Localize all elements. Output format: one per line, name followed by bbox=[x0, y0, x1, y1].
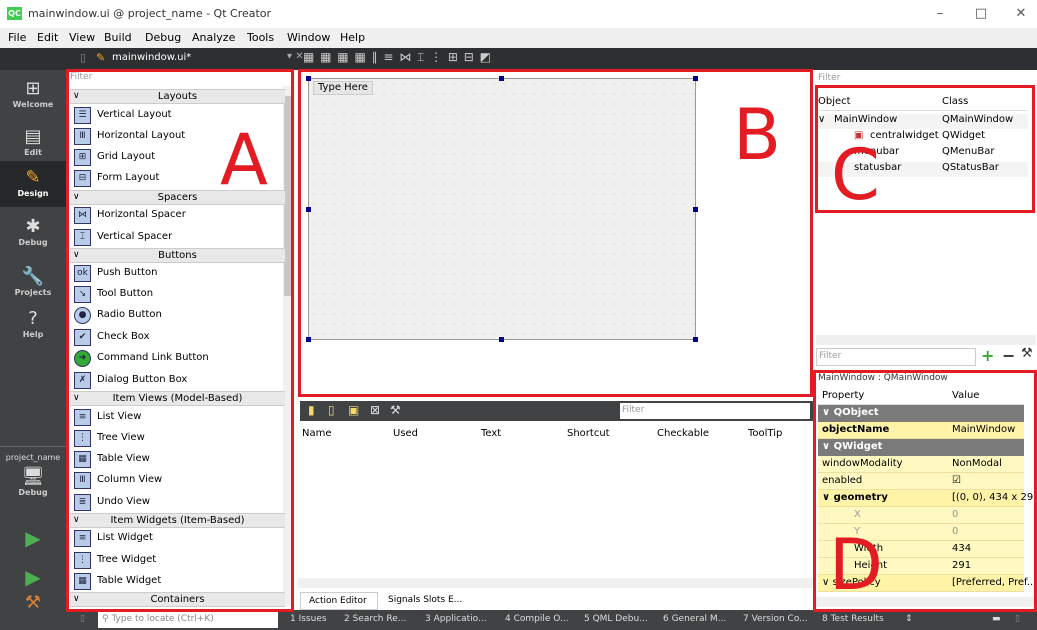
property-filter-input[interactable]: Filter bbox=[816, 348, 976, 366]
pane-selector-icon[interactable]: ⇕ bbox=[905, 614, 913, 624]
annotation-letter-a: A bbox=[220, 119, 268, 201]
edit-icon: ▤ bbox=[24, 126, 42, 147]
menu-build[interactable]: Build bbox=[104, 31, 132, 44]
toggle-sidebar-icon[interactable]: ▯ bbox=[80, 614, 85, 624]
col-tooltip[interactable]: ToolTip bbox=[748, 428, 782, 439]
pane-version-control[interactable]: 7 Version Co... bbox=[743, 614, 808, 624]
col-used[interactable]: Used bbox=[393, 428, 418, 439]
kit-project-name: project_name bbox=[5, 453, 61, 462]
menu-help[interactable]: Help bbox=[340, 31, 365, 44]
new-action-icon[interactable]: ▮ bbox=[308, 403, 315, 417]
toggle-right-sidebar-icon[interactable]: ▯ bbox=[1015, 614, 1020, 624]
mode-design[interactable]: ✎ Design bbox=[0, 161, 66, 207]
close-document-icon[interactable]: ▾ ✕ bbox=[287, 51, 304, 62]
bug-icon: ✱ bbox=[25, 216, 41, 237]
designer-file-icon: ✎ bbox=[96, 51, 106, 64]
delete-action-icon[interactable]: ⊠ bbox=[370, 403, 380, 417]
title-bar: QC mainwindow.ui @ project_name - Qt Cre… bbox=[0, 0, 1037, 28]
run-icon[interactable]: ▶ bbox=[0, 526, 66, 550]
action-hscrollbar[interactable] bbox=[298, 578, 813, 588]
monitor-icon: 🖥 bbox=[21, 466, 45, 487]
kit-selector[interactable]: 🖥 Debug bbox=[0, 466, 66, 497]
mode-edit[interactable]: ▤ Edit bbox=[0, 126, 66, 157]
status-bar: ▯ ⚲ Type to locate (Ctrl+K) 1 Issues 2 S… bbox=[0, 610, 1037, 630]
pane-search-results[interactable]: 2 Search Re... bbox=[344, 614, 406, 624]
menu-bar: File Edit View Build Debug Analyze Tools… bbox=[0, 28, 1037, 48]
debug-run-icon[interactable]: ▶ bbox=[0, 565, 66, 589]
paste-action-icon[interactable]: ▣ bbox=[348, 403, 359, 417]
col-shortcut[interactable]: Shortcut bbox=[567, 428, 610, 439]
mode-divider bbox=[0, 446, 66, 447]
window-title: mainwindow.ui @ project_name - Qt Creato… bbox=[28, 7, 272, 20]
design-icon: ✎ bbox=[25, 167, 41, 188]
menu-debug[interactable]: Debug bbox=[145, 31, 181, 44]
locator-input[interactable]: ⚲ Type to locate (Ctrl+K) bbox=[98, 612, 278, 628]
action-filter-input[interactable]: Filter bbox=[620, 403, 810, 419]
file-icon: ▯ bbox=[80, 51, 87, 64]
wrench-icon: 🔧 bbox=[21, 266, 45, 287]
pane-application-output[interactable]: 3 Applicatio... bbox=[425, 614, 487, 624]
qt-creator-logo-icon: QC bbox=[7, 7, 22, 20]
configure-wrench-icon[interactable]: ⚒ bbox=[1021, 346, 1033, 361]
pane-issues[interactable]: 1 Issues bbox=[290, 614, 327, 624]
remove-property-icon[interactable]: − bbox=[1002, 346, 1015, 365]
form-layout-tools[interactable]: ▦ ▦ ▦ ▦ ∥ ≡ ⋈ ⌶ ⋮ ⊞ ⊟ ◩ bbox=[303, 50, 492, 65]
menu-window[interactable]: Window bbox=[287, 31, 330, 44]
menu-analyze[interactable]: Analyze bbox=[192, 31, 235, 44]
maximize-button[interactable]: □ bbox=[966, 4, 996, 24]
mode-help[interactable]: ? Help bbox=[0, 308, 66, 339]
col-name[interactable]: Name bbox=[302, 428, 332, 439]
mode-selector: ⊞ Welcome ▤ Edit ✎ Design ✱ Debug 🔧 Projects … bbox=[0, 70, 66, 613]
pane-compile-output[interactable]: 4 Compile O... bbox=[505, 614, 569, 624]
col-checkable[interactable]: Checkable bbox=[657, 428, 709, 439]
close-button[interactable]: ✕ bbox=[1006, 4, 1036, 24]
welcome-icon: ⊞ bbox=[25, 78, 41, 99]
tab-action-editor[interactable]: Action Editor bbox=[300, 592, 378, 610]
tab-signals-slots[interactable]: Signals Slots E... bbox=[384, 592, 474, 610]
menu-edit[interactable]: Edit bbox=[37, 31, 58, 44]
progress-details-icon[interactable]: ▬ bbox=[992, 614, 1001, 624]
pane-test-results[interactable]: 8 Test Results bbox=[822, 614, 884, 624]
menu-file[interactable]: File bbox=[8, 31, 26, 44]
mode-debug[interactable]: ✱ Debug bbox=[0, 216, 66, 247]
annotation-letter-c: C bbox=[831, 134, 880, 216]
menu-tools[interactable]: Tools bbox=[247, 31, 274, 44]
object-filter-input[interactable]: Filter bbox=[818, 73, 840, 83]
menu-view[interactable]: View bbox=[69, 31, 95, 44]
object-hscrollbar[interactable] bbox=[816, 335, 1036, 345]
add-property-icon[interactable]: + bbox=[981, 346, 994, 365]
mode-welcome[interactable]: ⊞ Welcome bbox=[0, 78, 66, 109]
editor-toolbar: ▯ ✎ mainwindow.ui* ▾ ✕ ▦ ▦ ▦ ▦ ∥ ≡ ⋈ ⌶ ⋮… bbox=[0, 48, 1037, 70]
col-text[interactable]: Text bbox=[481, 428, 501, 439]
annotation-letter-b: B bbox=[733, 94, 782, 176]
copy-action-icon[interactable]: ▯ bbox=[328, 403, 335, 417]
annotation-letter-d: D bbox=[829, 524, 883, 606]
minimize-button[interactable]: – bbox=[925, 4, 955, 24]
mode-projects[interactable]: 🔧 Projects bbox=[0, 266, 66, 297]
configure-action-icon[interactable]: ⚒ bbox=[390, 403, 401, 417]
pane-qml-debugger[interactable]: 5 QML Debu... bbox=[584, 614, 648, 624]
action-editor-toolbar: ▮ ▯ ▣ ⊠ ⚒ Filter bbox=[300, 401, 815, 421]
help-icon: ? bbox=[28, 308, 38, 329]
open-document-name[interactable]: mainwindow.ui* bbox=[112, 52, 191, 63]
pane-general-messages[interactable]: 6 General M... bbox=[663, 614, 726, 624]
